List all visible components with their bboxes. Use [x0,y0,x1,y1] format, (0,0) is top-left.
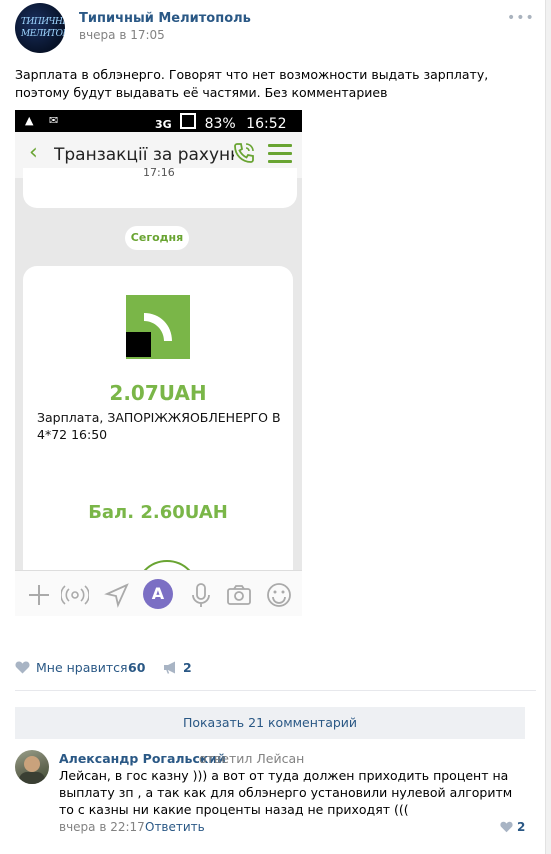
share-megaphone-icon[interactable] [163,661,178,674]
message-input-bar: A [15,570,302,616]
plus-icon [29,585,49,605]
post-text: Зарплата в облэнерго. Говорят что нет во… [15,67,489,100]
post-time[interactable]: вчера в 17:05 [79,28,165,42]
microphone-icon [192,583,210,607]
commenter-avatar[interactable] [15,750,49,784]
battery-percent: 83% [204,116,236,132]
share-count[interactable]: 2 [183,660,192,675]
phone-call-icon [234,143,254,163]
comment-text: Лейсан, в гос казну ))) а вот от туда до… [59,768,513,817]
status-left-icons: ▲ ✉ [25,114,65,127]
like-button-label[interactable]: Мне нравится [36,660,128,675]
group-avatar[interactable]: ТИПИЧНЫЙ МЕЛИТОПОЛЬ [15,3,65,53]
hamburger-menu-icon [268,144,292,164]
previous-message-bubble: 17:16 [23,166,297,208]
transaction-description: Зарплата, ЗАПОРІЖЖЯОБЛЕНЕРГО В 4*72 16:5… [37,410,281,442]
comment-like-count[interactable]: 2 [517,820,525,834]
comment-reply-to[interactable]: ответил Лейсан [199,751,304,766]
balance: Бал. 2.60UAH [88,502,228,523]
comment-heart-icon[interactable] [500,821,513,833]
wave-icon [61,585,89,605]
sticker-letter-icon: A [143,579,173,609]
previous-message-time: 17:16 [143,166,175,179]
heart-icon[interactable] [15,661,30,674]
comment-reply-button[interactable]: Ответить [145,820,205,834]
transaction-card: 2.07UAH Зарплата, ЗАПОРІЖЖЯОБЛЕНЕРГО В 4… [23,266,293,616]
smiley-icon [267,583,291,607]
network-type: 3G [155,118,172,131]
post-attachment-image[interactable]: ▲ ✉ 3G 83% 16:52 ‹ Транзакції за рахунк…… [15,110,302,616]
transaction-amount: 2.07UAH [109,381,207,405]
show-more-comments-button[interactable]: Показать 21 комментарий [15,707,525,739]
group-name-link[interactable]: Типичный Мелитополь [79,11,251,26]
page-scrollbar[interactable] [545,0,551,854]
camera-icon [227,585,251,605]
like-count[interactable]: 60 [128,660,145,675]
date-chip: Сегодня [125,226,189,250]
avatar-text-2: МЕЛИТОПОЛЬ [21,29,65,39]
more-dots-icon[interactable]: ••• [507,10,535,26]
location-arrow-icon [104,583,129,608]
app-title: Транзакції за рахунк… [54,145,234,165]
chat-area: 17:16 Сегодня 2.07UAH Зарплата, ЗАПОРІЖЖ… [15,166,302,616]
privatbank-logo-icon [126,295,190,359]
battery-icon [180,113,197,129]
back-arrow-icon: ‹ [29,140,38,165]
avatar-text-1: ТИПИЧНЫЙ [21,17,65,27]
phone-status-bar: ▲ ✉ 3G 83% 16:52 [15,110,302,132]
comment-time[interactable]: вчера в 22:17 [59,820,145,834]
status-clock: 16:52 [246,116,287,132]
divider [15,690,536,691]
